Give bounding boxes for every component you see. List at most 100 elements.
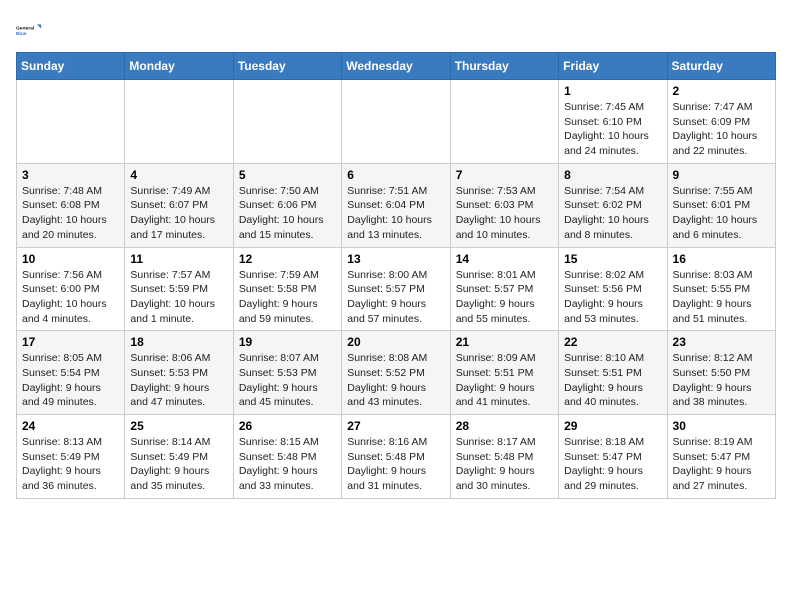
- day-info: Sunrise: 8:00 AM Sunset: 5:57 PM Dayligh…: [347, 268, 444, 327]
- day-number: 28: [456, 419, 553, 433]
- day-info: Sunrise: 7:53 AM Sunset: 6:03 PM Dayligh…: [456, 184, 553, 243]
- day-info: Sunrise: 8:01 AM Sunset: 5:57 PM Dayligh…: [456, 268, 553, 327]
- calendar-cell: 28Sunrise: 8:17 AM Sunset: 5:48 PM Dayli…: [450, 415, 558, 499]
- week-row-2: 3 Sunrise: 7:48 AM Sunset: 6:08 PM Daylig…: [17, 163, 776, 247]
- day-number: 1: [564, 84, 661, 98]
- weekday-header-monday: Monday: [125, 53, 233, 80]
- day-info: Sunrise: 8:10 AM Sunset: 5:51 PM Dayligh…: [564, 351, 661, 410]
- day-info: Sunrise: 7:56 AM Sunset: 6:00 PM Dayligh…: [22, 268, 119, 327]
- day-number: 8: [564, 168, 661, 182]
- calendar-cell: 21 Sunrise: 8:09 AM Sunset: 5:51 PM Dayli…: [450, 331, 558, 415]
- calendar-cell: 23 Sunrise: 8:12 AM Sunset: 5:50 PM Dayli…: [667, 331, 775, 415]
- calendar-cell: [233, 80, 341, 164]
- logo: GeneralBlue: [16, 16, 44, 44]
- day-info: Sunrise: 7:51 AM Sunset: 6:04 PM Dayligh…: [347, 184, 444, 243]
- day-number: 6: [347, 168, 444, 182]
- day-info: Sunrise: 7:47 AM Sunset: 6:09 PM Dayligh…: [673, 100, 770, 159]
- calendar-cell: 4 Sunrise: 7:49 AM Sunset: 6:07 PM Daylig…: [125, 163, 233, 247]
- day-info: Sunrise: 7:45 AM Sunset: 6:10 PM Dayligh…: [564, 100, 661, 159]
- calendar-cell: [450, 80, 558, 164]
- day-number: 12: [239, 252, 336, 266]
- day-number: 14: [456, 252, 553, 266]
- day-info: Sunrise: 8:03 AM Sunset: 5:55 PM Dayligh…: [673, 268, 770, 327]
- calendar-cell: 26Sunrise: 8:15 AM Sunset: 5:48 PM Dayli…: [233, 415, 341, 499]
- weekday-header-sunday: Sunday: [17, 53, 125, 80]
- day-info: Sunrise: 8:08 AM Sunset: 5:52 PM Dayligh…: [347, 351, 444, 410]
- calendar-cell: 18 Sunrise: 8:06 AM Sunset: 5:53 PM Dayli…: [125, 331, 233, 415]
- calendar-cell: [125, 80, 233, 164]
- day-info: Sunrise: 8:19 AM Sunset: 5:47 PM Dayligh…: [673, 435, 770, 494]
- day-info: Sunrise: 7:57 AM Sunset: 5:59 PM Dayligh…: [130, 268, 227, 327]
- day-info: Sunrise: 7:50 AM Sunset: 6:06 PM Dayligh…: [239, 184, 336, 243]
- day-info: Sunrise: 7:48 AM Sunset: 6:08 PM Dayligh…: [22, 184, 119, 243]
- header: GeneralBlue: [16, 16, 776, 44]
- day-number: 25: [130, 419, 227, 433]
- svg-text:Blue: Blue: [16, 31, 27, 37]
- calendar-cell: 5 Sunrise: 7:50 AM Sunset: 6:06 PM Daylig…: [233, 163, 341, 247]
- week-row-3: 10 Sunrise: 7:56 AM Sunset: 6:00 PM Dayli…: [17, 247, 776, 331]
- day-info: Sunrise: 8:05 AM Sunset: 5:54 PM Dayligh…: [22, 351, 119, 410]
- calendar-cell: 22Sunrise: 8:10 AM Sunset: 5:51 PM Dayli…: [559, 331, 667, 415]
- day-number: 18: [130, 335, 227, 349]
- day-info: Sunrise: 8:13 AM Sunset: 5:49 PM Dayligh…: [22, 435, 119, 494]
- day-number: 11: [130, 252, 227, 266]
- calendar-cell: 7 Sunrise: 7:53 AM Sunset: 6:03 PM Daylig…: [450, 163, 558, 247]
- week-row-1: 1 Sunrise: 7:45 AM Sunset: 6:10 PM Daylig…: [17, 80, 776, 164]
- calendar-cell: 16 Sunrise: 8:03 AM Sunset: 5:55 PM Dayli…: [667, 247, 775, 331]
- weekday-header-row: SundayMondayTuesdayWednesdayThursdayFrid…: [17, 53, 776, 80]
- calendar-cell: 8 Sunrise: 7:54 AM Sunset: 6:02 PM Daylig…: [559, 163, 667, 247]
- weekday-header-friday: Friday: [559, 53, 667, 80]
- calendar-cell: 13 Sunrise: 8:00 AM Sunset: 5:57 PM Dayli…: [342, 247, 450, 331]
- logo-icon: GeneralBlue: [16, 16, 44, 44]
- calendar-cell: 11 Sunrise: 7:57 AM Sunset: 5:59 PM Dayli…: [125, 247, 233, 331]
- weekday-header-wednesday: Wednesday: [342, 53, 450, 80]
- day-number: 24: [22, 419, 119, 433]
- day-number: 16: [673, 252, 770, 266]
- day-number: 10: [22, 252, 119, 266]
- day-number: 15: [564, 252, 661, 266]
- calendar-cell: 14 Sunrise: 8:01 AM Sunset: 5:57 PM Dayli…: [450, 247, 558, 331]
- day-info: Sunrise: 8:02 AM Sunset: 5:56 PM Dayligh…: [564, 268, 661, 327]
- day-number: 21: [456, 335, 553, 349]
- day-number: 5: [239, 168, 336, 182]
- calendar-cell: 6 Sunrise: 7:51 AM Sunset: 6:04 PM Daylig…: [342, 163, 450, 247]
- weekday-header-thursday: Thursday: [450, 53, 558, 80]
- calendar-cell: 12 Sunrise: 7:59 AM Sunset: 5:58 PM Dayli…: [233, 247, 341, 331]
- calendar-cell: 27 Sunrise: 8:16 AM Sunset: 5:48 PM Dayli…: [342, 415, 450, 499]
- day-info: Sunrise: 8:18 AM Sunset: 5:47 PM Dayligh…: [564, 435, 661, 494]
- calendar-cell: 10 Sunrise: 7:56 AM Sunset: 6:00 PM Dayli…: [17, 247, 125, 331]
- day-info: Sunrise: 8:07 AM Sunset: 5:53 PM Dayligh…: [239, 351, 336, 410]
- weekday-header-saturday: Saturday: [667, 53, 775, 80]
- day-number: 4: [130, 168, 227, 182]
- svg-text:General: General: [16, 25, 35, 31]
- day-info: Sunrise: 8:06 AM Sunset: 5:53 PM Dayligh…: [130, 351, 227, 410]
- calendar-cell: 29 Sunrise: 8:18 AM Sunset: 5:47 PM Dayli…: [559, 415, 667, 499]
- calendar-cell: [17, 80, 125, 164]
- calendar-cell: 30 Sunrise: 8:19 AM Sunset: 5:47 PM Dayli…: [667, 415, 775, 499]
- day-number: 30: [673, 419, 770, 433]
- day-info: Sunrise: 8:12 AM Sunset: 5:50 PM Dayligh…: [673, 351, 770, 410]
- day-info: Sunrise: 7:49 AM Sunset: 6:07 PM Dayligh…: [130, 184, 227, 243]
- calendar-table: SundayMondayTuesdayWednesdayThursdayFrid…: [16, 52, 776, 499]
- calendar-cell: 3 Sunrise: 7:48 AM Sunset: 6:08 PM Daylig…: [17, 163, 125, 247]
- day-info: Sunrise: 8:09 AM Sunset: 5:51 PM Dayligh…: [456, 351, 553, 410]
- day-number: 7: [456, 168, 553, 182]
- day-info: Sunrise: 8:14 AM Sunset: 5:49 PM Dayligh…: [130, 435, 227, 494]
- day-info: Sunrise: 8:16 AM Sunset: 5:48 PM Dayligh…: [347, 435, 444, 494]
- day-number: 29: [564, 419, 661, 433]
- calendar-cell: 17 Sunrise: 8:05 AM Sunset: 5:54 PM Dayli…: [17, 331, 125, 415]
- day-number: 3: [22, 168, 119, 182]
- day-info: Sunrise: 7:59 AM Sunset: 5:58 PM Dayligh…: [239, 268, 336, 327]
- day-number: 13: [347, 252, 444, 266]
- calendar-cell: 15 Sunrise: 8:02 AM Sunset: 5:56 PM Dayli…: [559, 247, 667, 331]
- calendar-cell: 19 Sunrise: 8:07 AM Sunset: 5:53 PM Dayli…: [233, 331, 341, 415]
- day-number: 20: [347, 335, 444, 349]
- day-info: Sunrise: 7:55 AM Sunset: 6:01 PM Dayligh…: [673, 184, 770, 243]
- day-number: 23: [673, 335, 770, 349]
- day-number: 17: [22, 335, 119, 349]
- day-number: 27: [347, 419, 444, 433]
- day-info: Sunrise: 7:54 AM Sunset: 6:02 PM Dayligh…: [564, 184, 661, 243]
- day-number: 19: [239, 335, 336, 349]
- day-info: Sunrise: 8:15 AM Sunset: 5:48 PM Dayligh…: [239, 435, 336, 494]
- calendar-cell: 24 Sunrise: 8:13 AM Sunset: 5:49 PM Dayli…: [17, 415, 125, 499]
